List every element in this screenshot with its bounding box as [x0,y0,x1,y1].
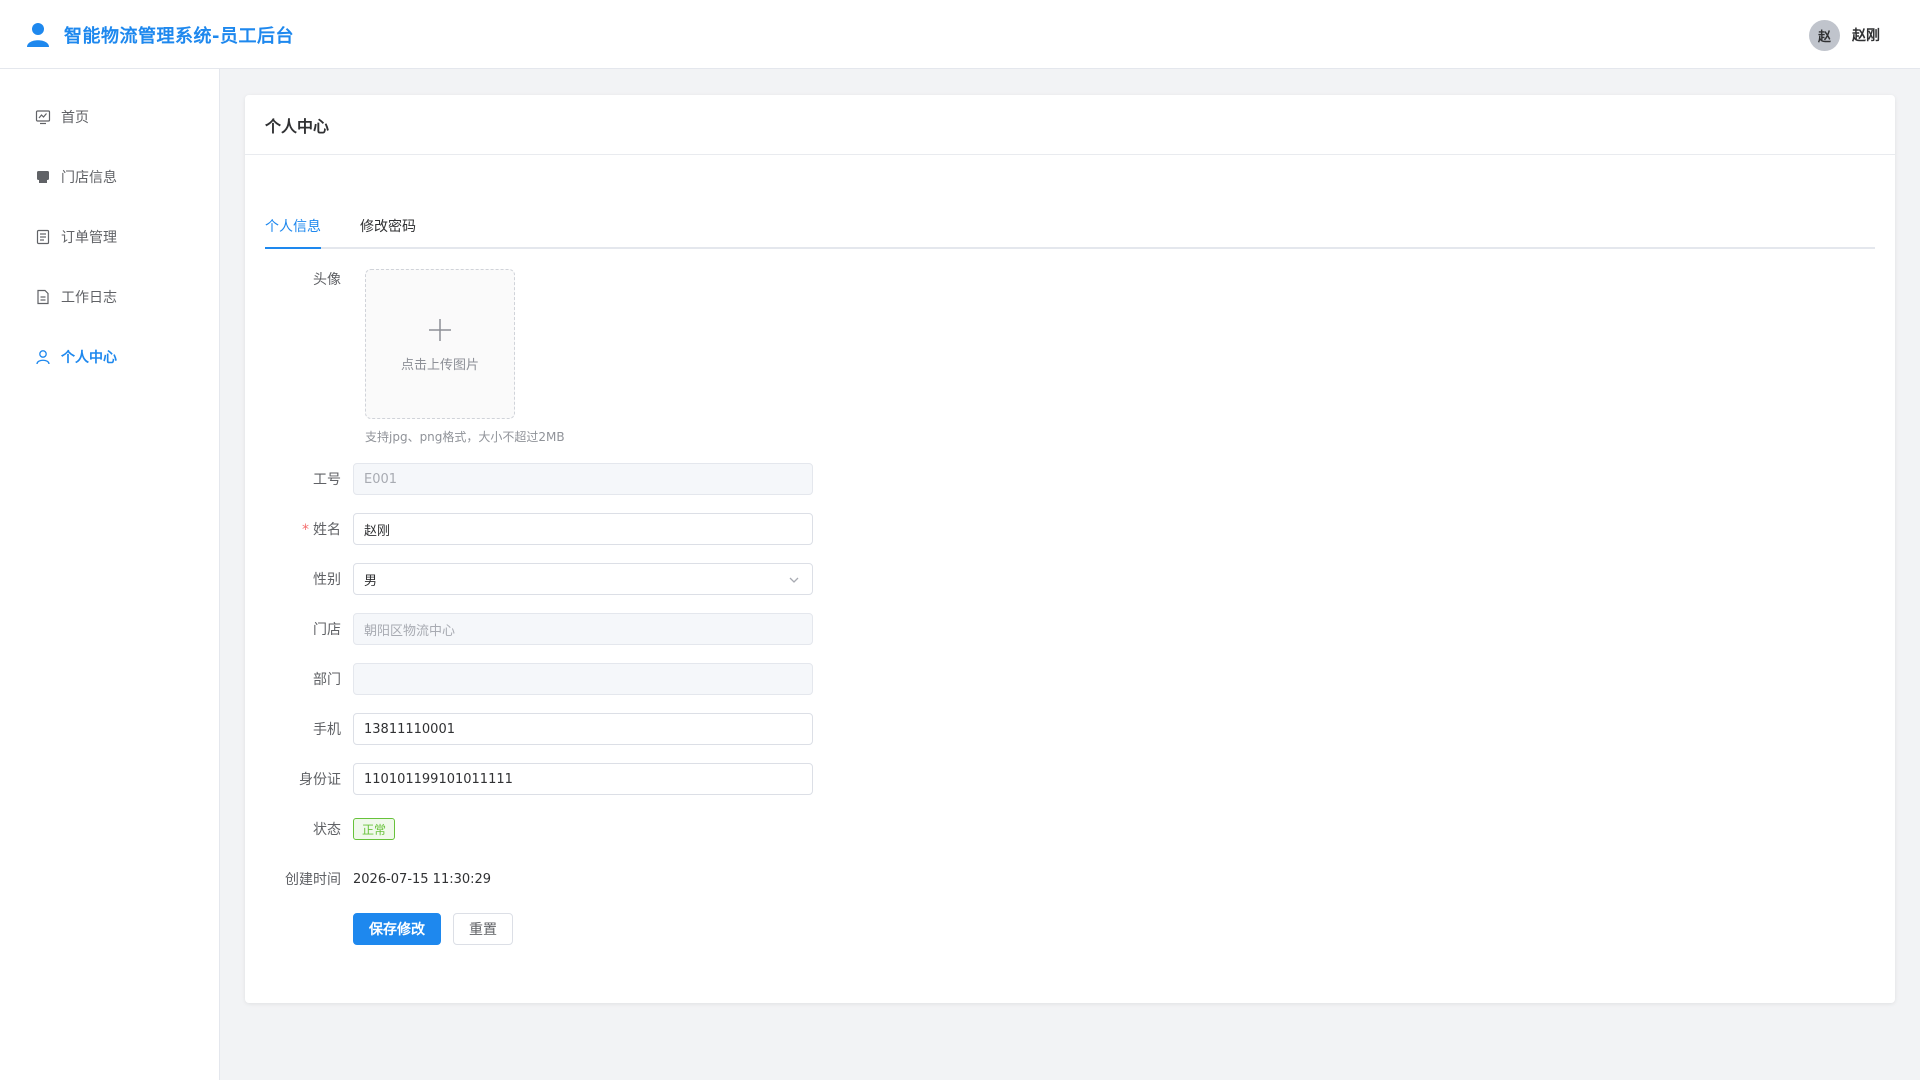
brand: 智能物流管理系统-员工后台 [26,22,294,48]
tabs: 个人信息 修改密码 [265,207,1875,249]
employee-id-label: 工号 [313,472,341,488]
name-label: * 姓名 [245,519,353,539]
store-label: 门店 [313,622,341,638]
status-label: 状态 [313,822,341,838]
phone-input[interactable] [353,713,813,745]
sidebar: 首页 门店信息 订单管理 工作日志 个人中心 [0,69,220,1080]
user-menu[interactable]: 赵 赵刚 [1809,19,1880,51]
gender-label: 性别 [313,572,341,588]
form-actions: 保存修改 重置 [245,913,1145,945]
id-card-input[interactable] [353,763,813,795]
sidebar-item-label: 个人中心 [61,350,117,366]
save-button[interactable]: 保存修改 [353,913,441,945]
id-card-row: 身份证 [245,763,1145,795]
tab-change-password[interactable]: 修改密码 [360,207,416,247]
page-title: 个人中心 [265,116,330,136]
store-icon [35,169,51,185]
tab-personal-info[interactable]: 个人信息 [265,207,321,247]
chart-icon [35,109,51,125]
avatar-label: 头像 [313,272,341,288]
sidebar-item-orders[interactable]: 订单管理 [35,225,117,249]
gender-selected-value: 男 [364,573,378,589]
required-star: * [302,522,309,538]
department-input [353,663,813,695]
name-row: * 姓名 [245,513,1145,545]
phone-label: 手机 [313,722,341,738]
store-input [353,613,813,645]
sidebar-item-label: 门店信息 [61,170,117,186]
sidebar-item-personal-center[interactable]: 个人中心 [35,345,117,369]
card-header: 个人中心 [245,95,1895,155]
sidebar-item-work-log[interactable]: 工作日志 [35,285,117,309]
document-icon [35,289,51,305]
user-logo-icon [26,22,50,48]
sidebar-item-label: 订单管理 [61,230,117,246]
sidebar-item-label: 首页 [61,110,89,126]
sidebar-item-label: 工作日志 [61,290,117,306]
created-time-label: 创建时间 [285,872,341,888]
gender-select[interactable]: 男 [353,563,813,595]
department-row: 部门 [245,663,1145,695]
name-label-text: 姓名 [313,522,341,538]
name-input[interactable] [353,513,813,545]
sidebar-item-home[interactable]: 首页 [35,105,89,129]
created-time-row: 创建时间 2026-07-15 11:30:29 [245,863,1145,895]
sidebar-item-store-info[interactable]: 门店信息 [35,165,117,189]
user-name[interactable]: 赵刚 [1852,25,1880,45]
avatar[interactable]: 赵 [1809,19,1840,51]
phone-row: 手机 [245,713,1145,745]
user-icon [35,349,51,365]
employee-id-input [353,463,813,495]
gender-row: 性别 男 [245,563,1145,595]
avatar-uploader[interactable]: 点击上传图片 [365,269,515,419]
status-badge: 正常 [353,818,396,840]
tab-active-indicator [265,247,321,249]
id-card-label: 身份证 [299,772,341,788]
employee-id-row: 工号 [245,463,1145,495]
reset-button[interactable]: 重置 [453,913,513,945]
status-row: 状态 正常 [245,813,1145,845]
created-time-value: 2026-07-15 11:30:29 [353,871,492,887]
personal-center-card: 个人中心 个人信息 修改密码 头像 点击上传图片 支持jpg、png格式，大小不… [245,95,1895,1003]
upload-text: 点击上传图片 [400,357,479,373]
top-header: 智能物流管理系统-员工后台 赵 赵刚 [0,0,1920,69]
plus-icon [426,316,454,344]
upload-tip: 支持jpg、png格式，大小不超过2MB [365,430,565,444]
app-title: 智能物流管理系统-员工后台 [64,26,294,47]
department-label: 部门 [313,672,341,688]
chevron-down-icon [788,574,800,586]
store-row: 门店 [245,613,1145,645]
document-list-icon [35,229,51,245]
